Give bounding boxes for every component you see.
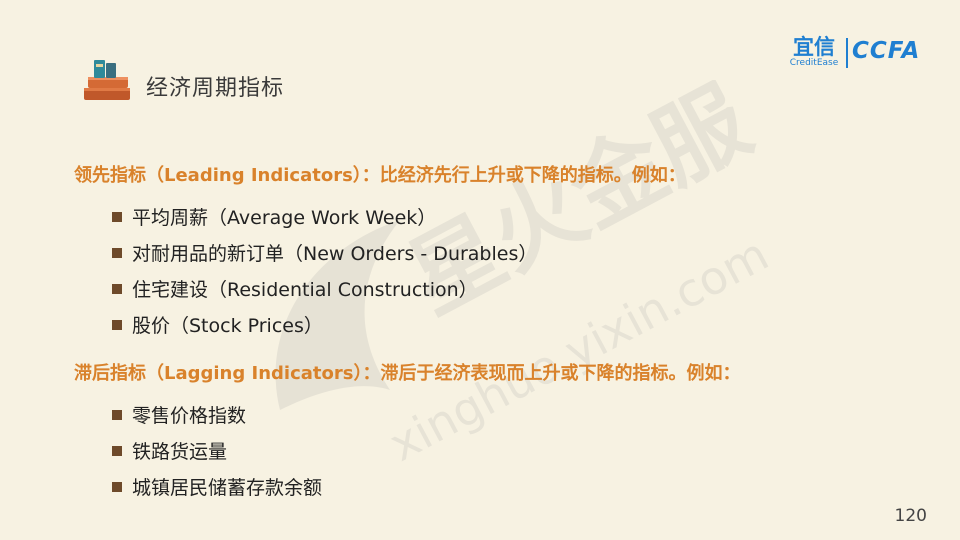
bullet-icon [112,481,122,492]
lagging-item: 零售价格指数 [112,401,246,428]
lagging-item-text: 城镇居民储蓄存款余额 [132,477,323,499]
lagging-indicators-heading: 滞后指标（Lagging Indicators）：滞后于经济表现而上升或下降的指… [74,363,741,384]
logo-divider [846,38,848,68]
leading-indicators-heading: 领先指标（Leading Indicators）：比经济先行上升或下降的指标。例… [74,165,686,186]
leading-item-text: 对耐用品的新订单（New Orders - Durables） [132,243,538,265]
leading-item: 股价（Stock Prices） [112,311,323,338]
lagging-item-text: 铁路货运量 [132,441,228,463]
leading-item: 对耐用品的新订单（New Orders - Durables） [112,239,537,266]
bullet-icon [112,409,122,420]
lagging-item: 城镇居民储蓄存款余额 [112,473,322,500]
page-number: 120 [894,506,927,526]
creditease-logo-en: CreditEase [789,58,839,68]
leading-item: 平均周薪（Average Work Week） [112,203,436,230]
bullet-icon [112,445,122,456]
books-icon [84,60,130,100]
lagging-item-text: 零售价格指数 [132,405,247,427]
page-title: 经济周期指标 [146,76,285,101]
creditease-logo: 宜信 CreditEase [786,36,842,70]
leading-item-text: 平均周薪（Average Work Week） [132,207,437,229]
ccfa-logo: CCFA [852,38,921,64]
bullet-icon [112,283,122,294]
creditease-logo-cn: 宜信 [793,35,835,59]
bullet-icon [112,319,122,330]
leading-item-text: 股价（Stock Prices） [132,315,323,337]
bullet-icon [112,211,122,222]
leading-item: 住宅建设（Residential Construction） [112,275,478,302]
leading-item-text: 住宅建设（Residential Construction） [132,279,478,301]
lagging-item: 铁路货运量 [112,437,227,464]
bullet-icon [112,247,122,258]
